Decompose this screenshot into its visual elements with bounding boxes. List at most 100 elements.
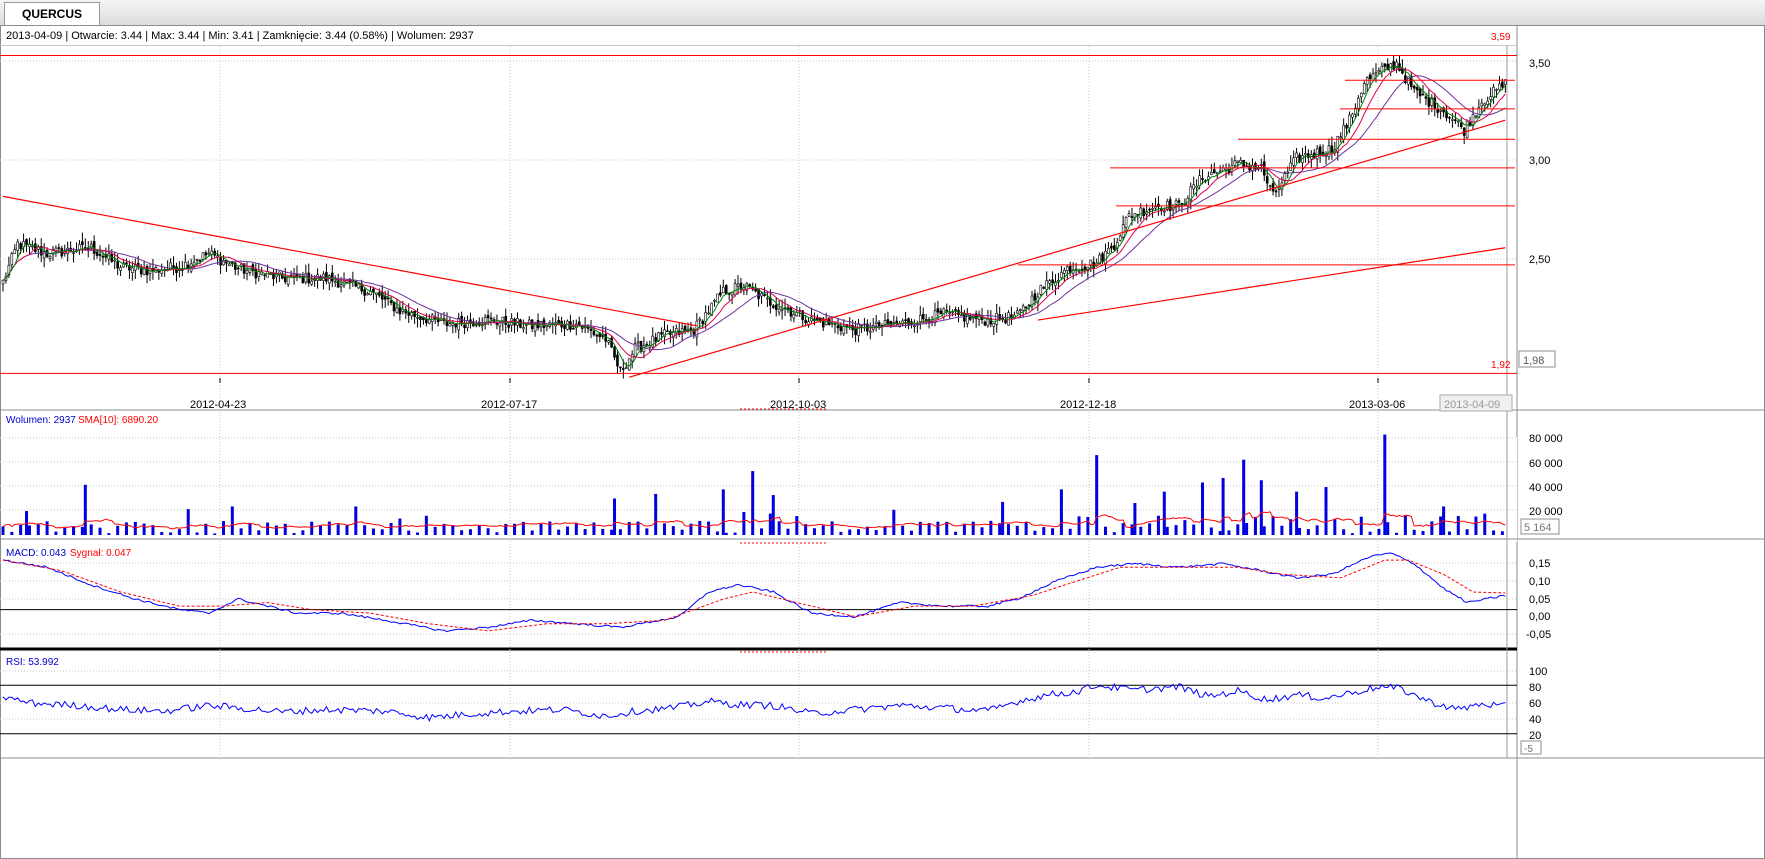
volume-bar [601,528,605,535]
price-panel[interactable] [0,54,1517,379]
candle [186,260,190,274]
candle-body [874,321,878,325]
candle [783,298,787,317]
volume-bar [1271,516,1275,535]
candle [916,320,919,334]
candle-body [366,293,369,296]
level-label-max: 3,59 [1491,32,1511,43]
candle [39,238,43,263]
volume-bar [592,522,596,535]
volume-bar [936,521,940,535]
volume-bar [1350,533,1354,535]
candle-body [101,255,105,258]
volume-bar [1001,501,1005,535]
candle [763,287,766,297]
candle [398,301,402,321]
candle-body [1498,83,1501,91]
volume-bar [177,529,181,535]
volume-bar [901,525,905,535]
candle [1310,150,1313,168]
candle [489,312,493,326]
macd-panel[interactable] [0,552,1517,633]
volume-bar [1209,527,1213,535]
candle [457,312,461,339]
candle-body [451,323,455,326]
candle [645,341,649,348]
volume-bar [186,509,190,535]
candle [1498,76,1501,91]
candle [1063,267,1066,282]
volume-bar [962,523,966,535]
candle [1207,171,1210,186]
price-tick-0: 3,50 [1529,58,1550,70]
candle [328,274,331,291]
candle-body [572,327,575,330]
candle-body [721,286,725,294]
volume-bar [380,529,384,535]
volume-last-label: 5 164 [1524,522,1552,534]
trendline [629,119,1506,378]
candle [992,322,996,336]
candle-body [228,263,231,266]
volume-bar [742,512,746,535]
candle-body [1339,136,1342,139]
candle [774,296,778,317]
candle [595,333,599,344]
candle-body [1221,167,1225,172]
candle [1330,136,1334,160]
candle-body [1154,206,1157,209]
candle-body [1418,88,1422,97]
volume-bar [1,526,5,535]
candle-body [595,334,599,337]
volume-bar [1077,516,1081,535]
candle [1189,182,1193,210]
candle [307,263,311,287]
candle [957,307,960,323]
volume-bar [1306,529,1310,535]
candle-body [804,320,807,324]
candle-body [1374,72,1378,75]
volume-bar [477,525,481,535]
candle [966,308,969,328]
candle-body [266,271,269,278]
volume-bar [954,531,958,535]
candle-body [622,368,625,370]
volume-bar [1245,522,1249,535]
candle-body [389,300,393,304]
volume-bar [724,532,728,535]
candle-body [701,320,705,324]
candle [960,305,963,317]
volume-bar [927,523,931,535]
candle [589,319,593,339]
candle [304,264,308,285]
candle [395,298,399,314]
candle [292,268,296,285]
candle-body [119,267,122,271]
candle-body [842,325,846,334]
candle [630,350,634,369]
candle-body [1501,81,1504,88]
candle-body [860,325,863,327]
candle [363,286,366,302]
candle-body [1271,183,1275,192]
candle [836,318,840,335]
volume-bar [1500,531,1504,535]
volume-bar [1253,516,1257,535]
candle-body [1483,103,1487,106]
stock-chart[interactable]: 2013-04-09 | Otwarcie: 3.44 | Max: 3.44 … [0,25,1765,859]
volume-bar [1280,525,1284,535]
volume-bar [248,522,252,535]
candle-body [619,366,622,369]
candle-body [1177,200,1181,203]
candle-body [924,319,928,321]
volume-bar [654,493,658,535]
volume-bar [1298,527,1302,535]
candle [278,271,281,283]
candle-body [1042,287,1046,289]
volume-bar [1295,491,1299,535]
rsi-panel[interactable] [0,682,1517,735]
tab-quercus[interactable]: QUERCUS [4,2,100,25]
candle [1,279,5,292]
candle [918,305,922,330]
candle [1389,62,1392,77]
